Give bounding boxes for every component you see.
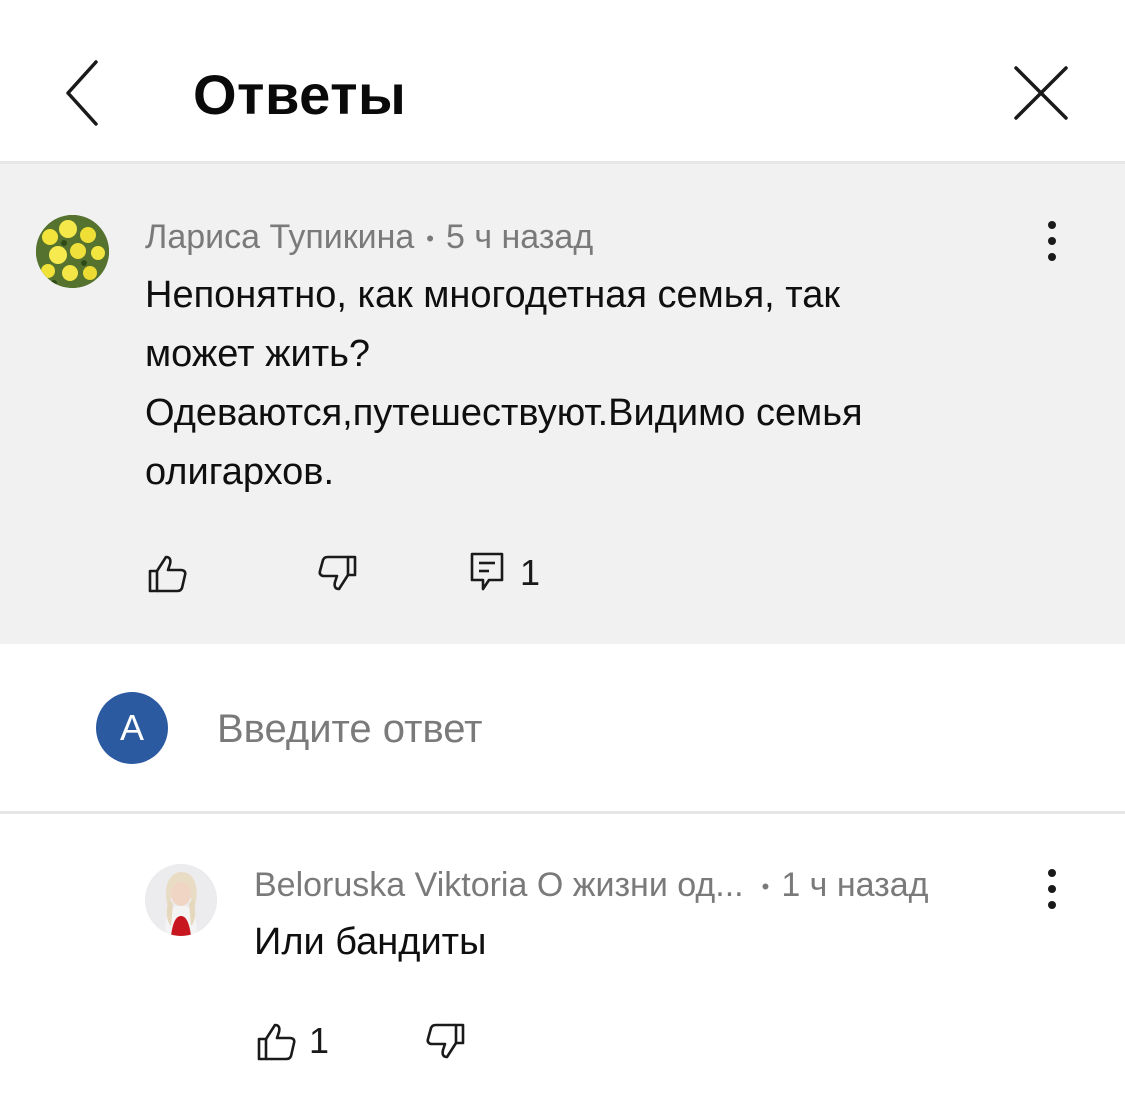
reply-comment-icon[interactable] [469, 551, 505, 593]
current-user-avatar[interactable]: A [96, 692, 168, 764]
reply-like-count: 1 [309, 1020, 330, 1061]
portrait-avatar-image [145, 864, 217, 936]
separator-dot: • [761, 874, 770, 900]
reply-text: Или бандиты [254, 921, 487, 963]
comment-text-line: олигархов. [145, 451, 335, 493]
reply-author-name[interactable]: Beloruska Viktoria О жизни од... [254, 866, 744, 904]
reply-input[interactable] [217, 704, 1017, 754]
more-options-icon[interactable] [1043, 216, 1063, 266]
comment-text: Непонятно, как многодетная семья, так мо… [145, 266, 1045, 502]
separator-dot: • [426, 226, 434, 252]
comment-text-line: может жить? [145, 333, 371, 375]
reply-meta: Beloruska Viktoria О жизни од... • 1 ч наз… [254, 865, 928, 907]
comment-meta: Лариса Тупикина • 5 ч назад [145, 217, 593, 259]
author-name[interactable]: Лариса Тупикина [145, 218, 414, 256]
reply-thumbs-up-icon[interactable] [255, 1021, 299, 1063]
reply-thumbs-down-icon[interactable] [424, 1021, 466, 1061]
page-title: Ответы [193, 63, 407, 126]
reply-more-options-icon[interactable] [1043, 864, 1063, 914]
back-chevron-icon[interactable] [58, 58, 108, 128]
comment-time: 5 ч назад [446, 218, 594, 256]
reply-count: 1 [520, 552, 541, 593]
thumbs-down-icon[interactable] [316, 553, 358, 593]
author-avatar[interactable] [36, 215, 109, 288]
reply-time: 1 ч назад [781, 866, 929, 904]
header-bar: Ответы [0, 0, 1125, 164]
comment-text-line: Непонятно, как многодетная семья, так [145, 274, 841, 316]
thumbs-up-icon[interactable] [146, 553, 190, 595]
comment-text-line: Одеваются,путешествуют.Видимо семья [145, 392, 863, 434]
reply-author-avatar[interactable] [145, 864, 217, 936]
close-icon[interactable] [1010, 62, 1072, 124]
flowers-avatar-image [36, 215, 109, 288]
